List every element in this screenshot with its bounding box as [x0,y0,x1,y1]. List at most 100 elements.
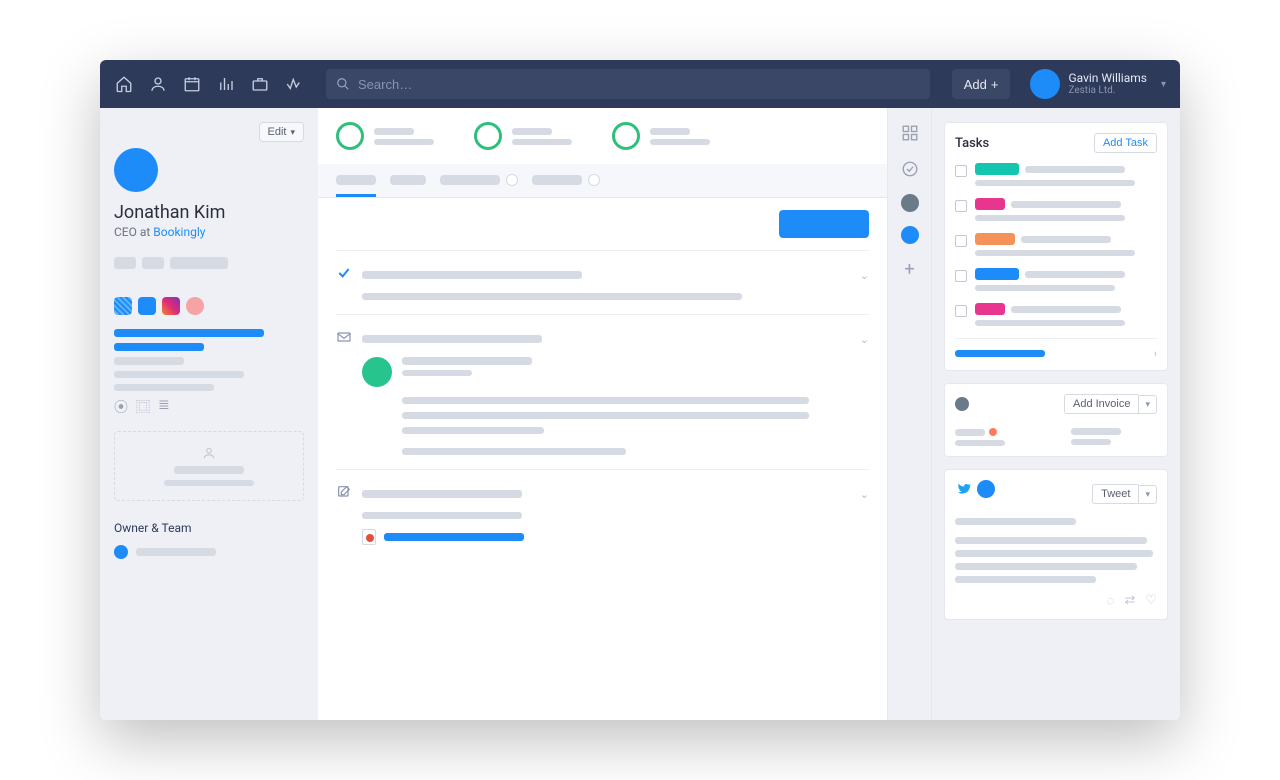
detail-link[interactable] [114,343,204,351]
briefcase-icon[interactable] [250,74,270,94]
social-icon[interactable] [162,297,180,315]
twitter-icon [955,481,971,497]
task-title [1021,236,1111,243]
primary-action-button[interactable] [779,210,869,238]
status-dot-icon [989,428,997,436]
inv-label [955,429,985,436]
calendar-icon[interactable] [182,74,202,94]
edit-button[interactable]: Edit▾ [259,122,305,142]
add-task-button[interactable]: Add Task [1094,133,1157,153]
progress-ring-icon [612,122,640,150]
task-tag [975,303,1005,315]
contact-subtitle: CEO at Bookingly [114,225,304,239]
task-checkbox[interactable] [955,200,967,212]
task-meta [975,285,1115,291]
task-item[interactable] [955,233,1157,256]
add-button[interactable]: Add+ [952,69,1011,99]
tab-item[interactable] [440,174,518,197]
person-icon [202,446,216,460]
expand-toggle[interactable]: ⌄ [860,333,869,346]
task-checkbox[interactable] [955,270,967,282]
tab-item[interactable] [390,174,426,197]
task-item[interactable] [955,198,1157,221]
check-circle-icon[interactable] [899,158,921,180]
rail-avatar[interactable] [901,226,919,244]
feed-title [362,335,542,343]
plus-icon: + [991,77,999,92]
pin-icon[interactable]: ⦿ [114,397,128,417]
rail-avatar[interactable] [901,194,919,212]
tweet-line [955,550,1153,557]
tab-label [440,175,500,185]
contacts-icon[interactable] [148,74,168,94]
activity-icon[interactable] [284,74,304,94]
task-item[interactable] [955,303,1157,326]
location-actions: ⦿ ⿴ ≣ [114,397,304,417]
stats-row [318,108,887,164]
tag-chip[interactable] [114,257,136,269]
app-window: Add+ Gavin Williams Zestia Ltd. ▾ Edit▾ … [100,60,1180,720]
user-menu[interactable]: Gavin Williams Zestia Ltd. ▾ [1030,69,1166,99]
map-icon[interactable]: ⿴ [136,397,150,417]
task-item[interactable] [955,163,1157,186]
owner-section-title: Owner & Team [114,521,304,535]
feed-title [362,271,582,279]
inv-value [1071,439,1111,445]
owner-name [136,548,216,556]
tweet-dropdown[interactable]: ▾ [1138,485,1157,504]
add-invoice-dropdown[interactable]: ▾ [1138,395,1157,414]
company-link[interactable]: Bookingly [153,225,205,239]
add-related[interactable] [114,431,304,501]
tab-label [532,175,582,185]
search-input[interactable] [358,77,920,92]
feed-item-note: ⌄ [336,469,869,559]
stat-widget[interactable] [612,122,710,150]
tab-activity[interactable] [336,174,376,197]
chevron-down-icon: ▾ [290,127,295,138]
task-checkbox[interactable] [955,165,967,177]
integration-avatar [955,397,969,411]
contact-name: Jonathan Kim [114,202,304,223]
stat-widget[interactable] [474,122,572,150]
add-widget-icon[interactable]: + [899,258,921,280]
expand-toggle[interactable]: ⌄ [860,488,869,501]
social-icon[interactable] [138,297,156,315]
add-invoice-button[interactable]: Add Invoice [1064,394,1138,414]
detail-link[interactable] [114,329,264,337]
right-sidebar: Tasks Add Task [932,108,1180,720]
task-checkbox[interactable] [955,305,967,317]
expand-toggle[interactable]: ⌄ [860,269,869,282]
tweet-actions: ◌ ⇄ ♡ [955,593,1157,609]
task-checkbox[interactable] [955,235,967,247]
owner-avatar [114,545,128,559]
home-icon[interactable] [114,74,134,94]
task-tag [975,233,1015,245]
reply-icon[interactable]: ◌ [1107,593,1115,609]
reports-icon[interactable] [216,74,236,94]
tab-label [336,175,376,185]
social-links [114,297,304,315]
tweet-button[interactable]: Tweet [1092,484,1138,504]
search-field[interactable] [326,69,930,99]
tag-chip[interactable] [142,257,164,269]
body: Edit▾ Jonathan Kim CEO at Bookingly [100,108,1180,720]
stat-widget[interactable] [336,122,434,150]
stat-value [512,139,572,145]
tab-item[interactable] [532,174,600,197]
placeholder-text [174,466,244,474]
stat-label [650,128,690,135]
apps-icon[interactable] [899,122,921,144]
owner-row[interactable] [114,545,304,559]
task-item[interactable] [955,268,1157,291]
tasks-footer-link[interactable]: › [955,338,1157,360]
list-icon[interactable]: ≣ [158,397,170,417]
like-icon[interactable]: ♡ [1145,593,1157,609]
social-icon[interactable] [186,297,204,315]
contact-details [114,329,304,391]
tag-chip[interactable] [170,257,228,269]
retweet-icon[interactable]: ⇄ [1124,593,1135,609]
social-icon[interactable] [114,297,132,315]
task-meta [975,215,1125,221]
attachment[interactable] [336,529,869,545]
chevron-right-icon: › [1154,347,1157,360]
